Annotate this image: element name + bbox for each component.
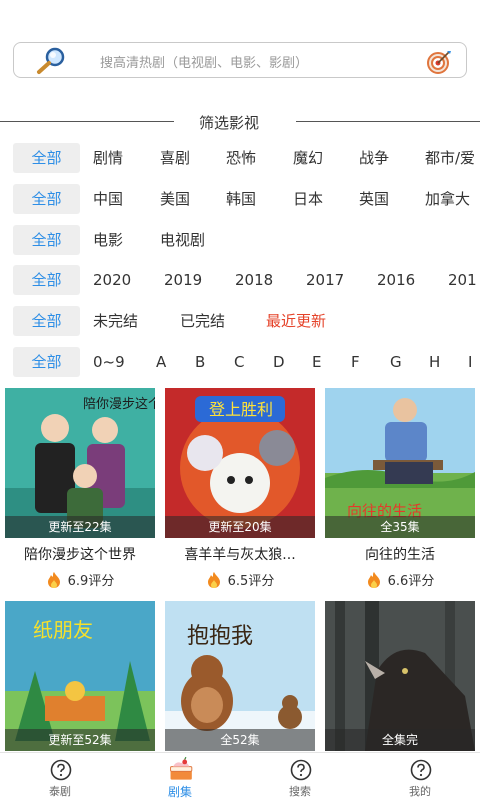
filter-section-title: 筛选影视: [199, 114, 260, 132]
type-option[interactable]: 电视剧: [160, 225, 205, 255]
fire-icon: [207, 572, 220, 588]
status-option-recent[interactable]: 最近更新: [266, 306, 326, 336]
region-all-chip[interactable]: 全部: [13, 184, 80, 214]
genre-option[interactable]: 魔幻: [293, 143, 323, 173]
year-option[interactable]: 201: [448, 265, 477, 295]
episode-badge: 全集完: [325, 729, 475, 751]
show-title[interactable]: 陪你漫步这个世界: [5, 544, 155, 564]
rating-value: 6.9评分: [67, 574, 115, 589]
show-title[interactable]: 喜羊羊与灰太狼...: [165, 544, 315, 564]
letter-option[interactable]: B: [195, 347, 205, 377]
divider-line: [0, 121, 174, 122]
genre-option[interactable]: 喜剧: [160, 143, 190, 173]
nav-label: 搜索: [289, 785, 311, 798]
poster-text: 抱抱我: [187, 624, 253, 649]
region-option[interactable]: 美国: [160, 184, 190, 214]
nav-label: 泰剧: [49, 785, 71, 798]
year-filter-row: 全部 2020 2019 2018 2017 2016 201: [13, 265, 480, 295]
divider-line: [296, 121, 480, 122]
question-circle-icon: [50, 759, 72, 781]
letter-option[interactable]: A: [156, 347, 166, 377]
letter-option[interactable]: G: [390, 347, 402, 377]
year-option[interactable]: 2019: [164, 265, 202, 295]
genre-all-chip[interactable]: 全部: [13, 143, 80, 173]
search-icon[interactable]: [36, 47, 66, 75]
region-option[interactable]: 日本: [293, 184, 323, 214]
poster-image[interactable]: 全集完: [325, 601, 475, 751]
poster-image[interactable]: 登上胜利 更新至20集: [165, 388, 315, 538]
poster-text: 纸朋友: [33, 618, 93, 642]
nav-label: 剧集: [167, 785, 192, 799]
letter-option[interactable]: H: [429, 347, 440, 377]
year-all-chip[interactable]: 全部: [13, 265, 80, 295]
letter-option[interactable]: E: [312, 347, 321, 377]
nav-item-series[interactable]: 剧集: [120, 753, 240, 800]
letter-option[interactable]: 0~9: [93, 347, 125, 377]
fire-icon: [367, 572, 380, 588]
year-option[interactable]: 2017: [306, 265, 344, 295]
episode-badge: 全52集: [165, 729, 315, 751]
episode-badge: 更新至22集: [5, 516, 155, 538]
letter-option[interactable]: D: [273, 347, 285, 377]
show-rating: 6.5评分: [165, 570, 315, 589]
year-option[interactable]: 2018: [235, 265, 273, 295]
letter-option[interactable]: F: [351, 347, 360, 377]
search-bar[interactable]: 搜高清热剧（电视剧、电影、影剧）: [13, 42, 467, 78]
year-option[interactable]: 2016: [377, 265, 415, 295]
rating-value: 6.5评分: [227, 574, 275, 589]
letter-option[interactable]: I: [468, 347, 472, 377]
status-option[interactable]: 已完结: [180, 306, 225, 336]
region-option[interactable]: 韩国: [226, 184, 256, 214]
question-circle-icon: [290, 759, 312, 781]
nav-item-search[interactable]: 搜索: [240, 753, 360, 800]
region-option[interactable]: 中国: [93, 184, 123, 214]
region-option[interactable]: 加拿大: [425, 184, 470, 214]
letter-all-chip[interactable]: 全部: [13, 347, 80, 377]
search-placeholder[interactable]: 搜高清热剧（电视剧、电影、影剧）: [100, 52, 308, 71]
nav-item-thai-drama[interactable]: 泰剧: [0, 753, 120, 800]
rating-value: 6.6评分: [387, 574, 435, 589]
letter-filter-row: 全部 0~9 A B C D E F G H I: [13, 347, 480, 377]
fire-icon: [47, 572, 60, 588]
type-filter-row: 全部 电影 电视剧: [13, 225, 480, 255]
poster-image[interactable]: 向往的生活 全35集: [325, 388, 475, 538]
genre-option[interactable]: 战争: [359, 143, 389, 173]
show-rating: 6.6评分: [325, 570, 475, 589]
poster-text: 登上胜利: [209, 400, 273, 419]
episode-badge: 全35集: [325, 516, 475, 538]
poster-image[interactable]: 纸朋友 更新至52集: [5, 601, 155, 751]
region-option[interactable]: 英国: [359, 184, 389, 214]
year-option[interactable]: 2020: [93, 265, 131, 295]
genre-filter-row: 全部 剧情 喜剧 恐怖 魔幻 战争 都市/爱: [13, 143, 480, 173]
genre-option[interactable]: 剧情: [93, 143, 123, 173]
genre-option[interactable]: 都市/爱: [425, 143, 475, 173]
region-filter-row: 全部 中国 美国 韩国 日本 英国 加拿大: [13, 184, 480, 214]
status-filter-row: 全部 未完结 已完结 最近更新: [13, 306, 480, 336]
nav-item-mine[interactable]: 我的: [360, 753, 480, 800]
question-circle-icon: [410, 759, 432, 781]
show-title[interactable]: 向往的生活: [325, 544, 475, 564]
show-rating: 6.9评分: [5, 570, 155, 589]
status-option[interactable]: 未完结: [93, 306, 138, 336]
poster-image[interactable]: 陪你漫步这个世界 更新至22集: [5, 388, 155, 538]
cake-icon: [170, 756, 193, 780]
episode-badge: 更新至20集: [165, 516, 315, 538]
target-icon[interactable]: [426, 49, 452, 75]
genre-option[interactable]: 恐怖: [226, 143, 256, 173]
status-all-chip[interactable]: 全部: [13, 306, 80, 336]
filter-section-header: 筛选影视: [0, 110, 480, 134]
type-all-chip[interactable]: 全部: [13, 225, 80, 255]
bottom-nav: 泰剧 剧集 搜索 我的: [0, 752, 480, 800]
nav-label: 我的: [409, 785, 431, 798]
poster-text: 陪你漫步这个世界: [83, 396, 155, 412]
episode-badge: 更新至52集: [5, 729, 155, 751]
poster-image[interactable]: 抱抱我 全52集: [165, 601, 315, 751]
type-option[interactable]: 电影: [93, 225, 123, 255]
letter-option[interactable]: C: [234, 347, 244, 377]
